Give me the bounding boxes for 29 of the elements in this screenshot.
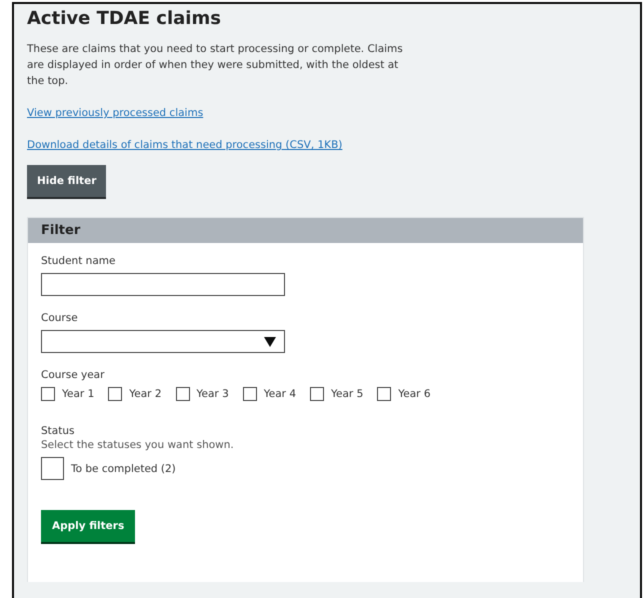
- checkbox-label: To be completed (2): [71, 462, 176, 474]
- checkbox-label: Year 3: [196, 388, 229, 400]
- text-link[interactable]: View previously processed claims: [27, 107, 204, 119]
- checkbox[interactable]: [41, 457, 64, 480]
- checkbox[interactable]: [242, 387, 257, 401]
- intro-text: These are claims that you need to start processing or complete. Claims are displayed in order of when they were submitted, with the oldest at the top.: [27, 42, 404, 89]
- student-name-field[interactable]: [41, 273, 285, 296]
- filter-heading: Filter: [28, 218, 583, 243]
- checkbox[interactable]: [108, 387, 122, 401]
- checkbox[interactable]: [310, 387, 324, 401]
- checkbox-label: Year 2: [129, 388, 162, 400]
- hint-text: Select the statuses you want shown.: [41, 439, 235, 451]
- course-dropdown[interactable]: [41, 330, 285, 353]
- checkbox[interactable]: [377, 387, 392, 401]
- checkbox-label: Year 6: [398, 388, 430, 400]
- checkbox[interactable]: [41, 387, 55, 401]
- field-label: Course: [41, 312, 79, 324]
- field-label: Course year: [41, 369, 106, 381]
- checkbox-label: Year 1: [62, 388, 94, 400]
- checkbox-label: Year 5: [331, 388, 364, 400]
- page-title: Active TDAE claims: [27, 8, 222, 29]
- hide-filter-button[interactable]: Hide filter: [27, 165, 106, 197]
- caret-icon: [264, 336, 276, 346]
- apply-filters-button[interactable]: Apply filters: [41, 510, 136, 542]
- checkbox[interactable]: [176, 387, 190, 401]
- field-label: Status: [41, 425, 76, 437]
- text-link[interactable]: Download details of claims that need processing (CSV, 1KB): [27, 139, 342, 151]
- checkbox-label: Year 4: [264, 388, 296, 400]
- field-label: Student name: [41, 255, 116, 267]
